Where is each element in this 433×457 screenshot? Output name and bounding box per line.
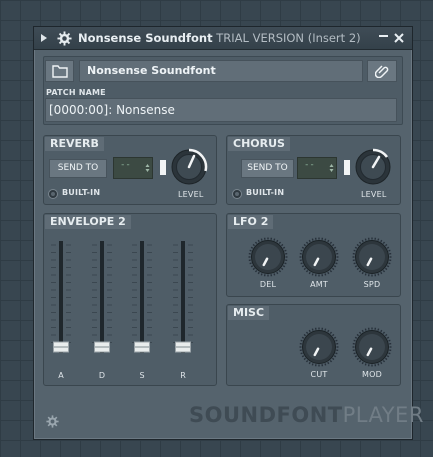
chorus-level-knob[interactable] [354, 148, 392, 190]
fader-d[interactable] [90, 237, 114, 387]
fader-label-a: A [58, 371, 64, 380]
reverb-title: REVERB [45, 137, 104, 151]
reverb-level-label: LEVEL [178, 190, 204, 199]
misc-mod-label: MOD [362, 370, 382, 379]
brand-logo: SOUNDFONTPLAYER [189, 403, 424, 427]
chorus-send-value: -- [304, 160, 315, 170]
lfo-del-label: DEL [259, 280, 277, 289]
reverb-send-to-button[interactable]: SEND TO [49, 159, 107, 178]
close-icon[interactable] [393, 32, 405, 44]
lfo-spd-knob[interactable] [352, 237, 392, 281]
patch-name-label: PATCH NAME [46, 88, 106, 97]
lfo-title: LFO 2 [228, 215, 274, 229]
title-bar[interactable]: Nonsense Soundfont TRIAL VERSION (Insert… [34, 27, 412, 50]
envelope-title: ENVELOPE 2 [45, 215, 131, 229]
misc-mod-knob[interactable] [352, 327, 392, 371]
attach-button[interactable] [367, 60, 397, 82]
fader-label-d: D [98, 371, 106, 380]
chorus-level-indicator [344, 160, 350, 175]
plugin-window: Nonsense Soundfont TRIAL VERSION (Insert… [33, 26, 423, 440]
title-plugin-name: Nonsense Soundfont [78, 31, 213, 45]
brand-part2: PLAYER [342, 403, 424, 427]
brand-part1: SOUNDFONT [189, 403, 343, 427]
title-insert-label: (Insert 2) [307, 31, 361, 45]
chorus-builtin-radio[interactable] [232, 189, 242, 199]
lfo-amt-label: AMT [310, 280, 328, 289]
chorus-send-display[interactable]: -- [297, 157, 337, 179]
fader-r[interactable] [171, 237, 195, 387]
window-title: Nonsense Soundfont TRIAL VERSION (Insert… [78, 31, 361, 45]
fader-s[interactable] [130, 237, 154, 387]
lfo-amt-knob[interactable] [299, 237, 339, 281]
stepper-icon [145, 164, 150, 172]
misc-cut-knob[interactable] [299, 327, 339, 371]
expand-arrow-icon[interactable] [40, 33, 48, 43]
stepper-icon [329, 164, 334, 172]
settings-gear-icon[interactable] [45, 414, 59, 428]
gear-icon[interactable] [56, 30, 72, 46]
misc-cut-label: CUT [310, 370, 328, 379]
fader-label-s: S [139, 371, 145, 380]
reverb-level-indicator [160, 160, 166, 175]
patch-name-field[interactable]: [0000:00]: Nonsense [45, 98, 397, 122]
reverb-builtin-label: BUILT-IN [62, 188, 101, 197]
reverb-send-value: -- [120, 160, 131, 170]
chorus-builtin-label: BUILT-IN [246, 188, 285, 197]
title-trial-label: TRIAL VERSION [216, 31, 305, 45]
chorus-title: CHORUS [228, 137, 290, 151]
minimize-icon[interactable] [377, 31, 389, 43]
reverb-send-display[interactable]: -- [113, 157, 153, 179]
preset-name-field[interactable]: Nonsense Soundfont [79, 60, 363, 82]
reverb-level-knob[interactable] [170, 148, 208, 190]
lfo-spd-label: SPD [363, 280, 381, 289]
open-file-button[interactable] [45, 60, 74, 82]
chorus-level-label: LEVEL [361, 190, 387, 199]
misc-title: MISC [228, 306, 270, 320]
chorus-send-to-button[interactable]: SEND TO [241, 159, 294, 178]
reverb-builtin-radio[interactable] [48, 189, 58, 199]
lfo-del-knob[interactable] [248, 237, 288, 281]
fader-a[interactable] [49, 237, 73, 387]
fader-label-r: R [180, 371, 186, 380]
